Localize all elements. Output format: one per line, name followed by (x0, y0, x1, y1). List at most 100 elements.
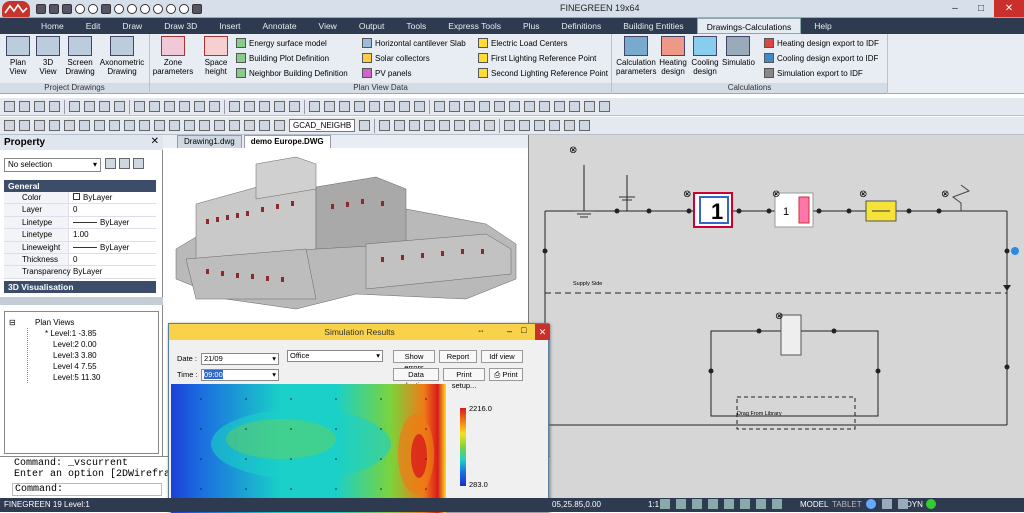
insert-block-icon[interactable] (519, 120, 531, 131)
lineweight-toggle-icon[interactable] (740, 499, 750, 509)
print-button[interactable]: ⎙ Print (489, 368, 523, 381)
fillet-icon[interactable] (554, 101, 565, 112)
layer-states-icon[interactable] (259, 120, 270, 131)
minimize-button[interactable]: – (942, 0, 968, 17)
section-general[interactable]: General (4, 180, 156, 192)
status-tablet[interactable]: TABLET (832, 500, 862, 509)
new-icon[interactable] (36, 4, 46, 14)
property-row-layer[interactable]: Layer 0 (4, 204, 156, 217)
panel-close-icon[interactable]: ✕ (151, 136, 159, 147)
layer-freeze-icon[interactable] (274, 120, 285, 131)
extend-icon[interactable] (539, 101, 550, 112)
record-icon[interactable] (179, 4, 189, 14)
tab-plus[interactable]: Plus (523, 18, 540, 34)
view-top-icon[interactable] (439, 120, 451, 131)
plot-icon[interactable] (84, 101, 95, 112)
maximize-button[interactable]: □ (968, 0, 994, 17)
show-errors-button[interactable]: Show errors (393, 350, 435, 372)
horizontal-cantilever-slab-button[interactable]: Horizontal cantilever Slab (362, 38, 466, 48)
tangent-icon[interactable] (199, 120, 210, 131)
heatmap-plot[interactable] (171, 384, 446, 513)
zone-select[interactable]: Office ▾ (287, 350, 383, 362)
zoom-icon[interactable] (114, 4, 124, 14)
command-input[interactable]: Command: (12, 483, 162, 496)
tab-building-entities[interactable]: Building Entities (623, 18, 683, 34)
cooling-export-idf-button[interactable]: Cooling design export to IDF (764, 53, 878, 63)
paste-icon[interactable] (164, 101, 175, 112)
publish-icon[interactable] (114, 101, 125, 112)
polar-icon[interactable] (49, 120, 60, 131)
circle-icon[interactable] (369, 101, 380, 112)
new-file-icon[interactable] (4, 101, 15, 112)
endpoint-icon[interactable] (94, 120, 105, 131)
close-button[interactable]: ✕ (994, 0, 1024, 17)
hvac-diagram-canvas[interactable]: 1 1 ⊗ ⊗ ⊗ ⊗ ⊗ ⊗ Supply Side Drag From Librar… (528, 135, 1024, 498)
heating-export-idf-button[interactable]: Heating design export to IDF (764, 38, 879, 48)
building-plot-definition-button[interactable]: Building Plot Definition (236, 53, 329, 63)
tab-draw[interactable]: Draw (122, 18, 142, 34)
property-row-color[interactable]: Color ByLayer (4, 192, 156, 205)
open-icon[interactable] (49, 4, 59, 14)
plan-view-button[interactable]: Plan View (4, 36, 32, 76)
simulation-export-idf-button[interactable]: Simulation export to IDF (764, 68, 863, 78)
property-row-lineweight[interactable]: Lineweight ByLayer (4, 241, 156, 254)
rotate-icon[interactable] (449, 101, 460, 112)
copy-icon[interactable] (149, 101, 160, 112)
panel-splitter[interactable] (0, 297, 163, 305)
tab-help[interactable]: Help (814, 18, 831, 34)
open-file-icon[interactable] (19, 101, 30, 112)
preview-icon[interactable] (99, 101, 110, 112)
pv-panels-button[interactable]: PV panels (362, 68, 411, 78)
midpoint-icon[interactable] (109, 120, 120, 131)
tab-definitions[interactable]: Definitions (562, 18, 602, 34)
perpendicular-icon[interactable] (184, 120, 195, 131)
axonometric-drawing-button[interactable]: Axonometric Drawing (98, 36, 146, 76)
scale-icon[interactable] (464, 101, 475, 112)
move-icon[interactable] (434, 101, 445, 112)
window-maximize-icon[interactable]: □ (521, 325, 526, 335)
selection-dropdown[interactable]: No selection ▾ (4, 158, 101, 172)
doc-tab-drawing1[interactable]: Drawing1.dwg (177, 135, 242, 148)
tab-home[interactable]: Home (41, 18, 64, 34)
tab-output[interactable]: Output (359, 18, 385, 34)
dropdown-icon[interactable] (192, 4, 202, 14)
zoom-realtime-icon[interactable] (244, 101, 255, 112)
block-icon[interactable] (504, 120, 516, 131)
tree-level-5[interactable]: Level:5 11.30 (53, 373, 100, 382)
space-height-button[interactable]: Space height (198, 36, 234, 76)
status-model[interactable]: MODEL (800, 500, 828, 509)
save-file-icon[interactable] (34, 101, 45, 112)
ucs-icon[interactable] (424, 120, 436, 131)
property-row-transparency[interactable]: Transparency ByLayer (4, 266, 156, 279)
intersection-icon[interactable] (169, 120, 180, 131)
zoom-previous-icon[interactable] (274, 101, 285, 112)
layer-previous-icon[interactable] (244, 120, 255, 131)
layer-manager-icon[interactable] (229, 120, 240, 131)
close-circle-icon[interactable] (153, 4, 163, 14)
doc-tab-demo-europe[interactable]: demo Europe.DWG (243, 135, 331, 148)
nearest-icon[interactable] (214, 120, 225, 131)
status-dyn[interactable]: DYN (906, 500, 923, 509)
tree-level-1[interactable]: * Level:1 -3.85 (45, 329, 97, 338)
solar-collectors-button[interactable]: Solar collectors (362, 53, 430, 63)
calculation-parameters-button[interactable]: Calculation parameters (616, 36, 656, 76)
stop-icon[interactable] (140, 4, 150, 14)
offset-icon[interactable] (494, 101, 505, 112)
window-close-icon[interactable]: ✕ (535, 324, 550, 340)
tab-tools[interactable]: Tools (406, 18, 426, 34)
layer-dropdown[interactable]: GCAD_NEIGHB (289, 119, 356, 132)
osnap-toggle-icon[interactable] (724, 499, 734, 509)
pickadd-icon[interactable] (133, 158, 144, 169)
simulation-button[interactable]: Simulatio (722, 36, 755, 67)
field-icon[interactable] (579, 120, 591, 131)
pan-icon[interactable] (229, 101, 240, 112)
report-button[interactable]: Report (439, 350, 477, 363)
zoom-window-icon[interactable] (259, 101, 270, 112)
render-icon[interactable] (409, 120, 421, 131)
fullscreen-icon[interactable] (898, 499, 908, 509)
energy-surface-model-button[interactable]: Energy surface model (236, 38, 327, 48)
snap-icon[interactable] (4, 120, 15, 131)
layer-make-current-icon[interactable] (359, 120, 371, 131)
cut-icon[interactable] (134, 101, 145, 112)
view-front-icon[interactable] (454, 120, 466, 131)
